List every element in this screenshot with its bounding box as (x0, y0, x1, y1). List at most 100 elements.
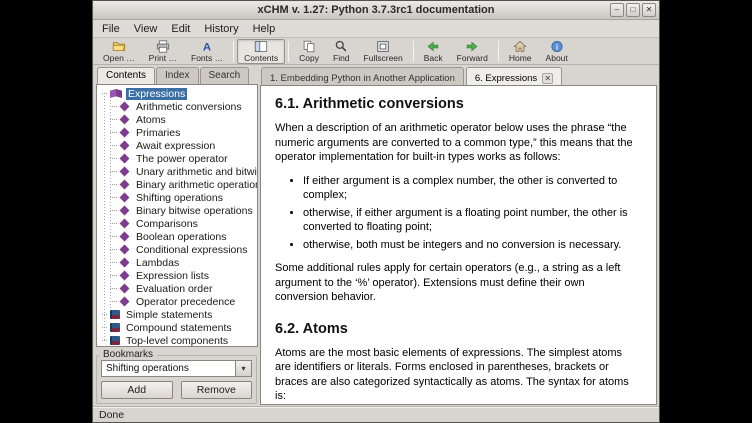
menu-history[interactable]: History (197, 22, 245, 36)
tree-item[interactable]: Arithmetic conversions (99, 100, 257, 113)
paragraph: Atoms are the most basic elements of exp… (275, 346, 640, 404)
home-button[interactable]: Home (502, 39, 539, 64)
tree-item[interactable]: Operator precedence (99, 295, 257, 308)
bookmarks-combobox[interactable]: Shifting operations ▾ (101, 360, 252, 377)
fullscreen-button[interactable]: Fullscreen (357, 39, 410, 64)
bookmarks-label: Bookmarks (99, 349, 157, 360)
tree-item[interactable]: The power operator (99, 152, 257, 165)
topic-icon (120, 180, 130, 190)
book-icon (110, 336, 120, 345)
section-heading-6-1: 6.1. Arithmetic conversions (275, 96, 640, 112)
fonts-button[interactable]: A Fonts … (184, 39, 230, 64)
topic-icon (120, 193, 130, 203)
open-folder-icon (112, 40, 126, 53)
tree-item[interactable]: Primaries (99, 126, 257, 139)
xchm-window: xCHM v. 1.27: Python 3.7.3rc1 documentat… (92, 0, 660, 423)
tree-item-compound-statements[interactable]: Compound statements (99, 321, 257, 334)
toolbar-separator (413, 41, 414, 62)
tab-embedding-python[interactable]: 1. Embedding Python in Another Applicati… (261, 67, 464, 85)
toolbar-separator (288, 41, 289, 62)
about-button[interactable]: i About (539, 39, 575, 64)
bookmarks-buttons: Add Remove (101, 381, 252, 399)
tree-item[interactable]: Expression lists (99, 269, 257, 282)
tree-item[interactable]: Shifting operations (99, 191, 257, 204)
forward-button[interactable]: Forward (450, 39, 495, 64)
main-area: Contents Index Search Expressions Arithm… (93, 65, 659, 407)
conversion-rules-list: If either argument is a complex number, … (303, 174, 640, 253)
contents-panel-icon (254, 40, 268, 53)
tree-item[interactable]: Await expression (99, 139, 257, 152)
tree-item-top-level-components[interactable]: Top-level components (99, 334, 257, 347)
topic-icon (120, 154, 130, 164)
contents-toggle-button[interactable]: Contents (237, 39, 285, 64)
search-icon (334, 40, 348, 53)
sidebar-tabs: Contents Index Search (97, 67, 258, 84)
tree-item[interactable]: Binary arithmetic operations (99, 178, 257, 191)
tab-search[interactable]: Search (200, 67, 250, 84)
paragraph: Some additional rules apply for certain … (275, 261, 640, 305)
toolbar: Open … Print … A Fonts … Contents Copy F… (93, 38, 659, 65)
close-button[interactable]: ✕ (642, 3, 656, 17)
forward-arrow-icon (465, 40, 479, 53)
topic-icon (120, 258, 130, 268)
topic-icon (120, 167, 130, 177)
tree-item[interactable]: Boolean operations (99, 230, 257, 243)
tree-item[interactable]: Comparisons (99, 217, 257, 230)
tab-index[interactable]: Index (156, 67, 198, 84)
tree-item-simple-statements[interactable]: Simple statements (99, 308, 257, 321)
find-button[interactable]: Find (326, 39, 357, 64)
tree-item[interactable]: Binary bitwise operations (99, 204, 257, 217)
topic-icon (120, 271, 130, 281)
status-text: Done (99, 409, 124, 421)
tree-item-expressions[interactable]: Expressions (99, 87, 257, 100)
section-heading-6-2: 6.2. Atoms (275, 321, 640, 337)
book-icon (110, 310, 120, 319)
menu-edit[interactable]: Edit (164, 22, 197, 36)
toolbar-separator (498, 41, 499, 62)
home-icon (513, 40, 527, 53)
chevron-down-icon[interactable]: ▾ (235, 361, 251, 376)
contents-tree[interactable]: Expressions Arithmetic conversions Atoms… (96, 84, 258, 347)
copy-button[interactable]: Copy (292, 39, 326, 64)
fullscreen-icon (376, 40, 390, 53)
open-button[interactable]: Open … (96, 39, 142, 64)
menu-view[interactable]: View (127, 22, 165, 36)
title-bar[interactable]: xCHM v. 1.27: Python 3.7.3rc1 documentat… (93, 1, 659, 20)
tree-item[interactable]: Unary arithmetic and bitwise operations (99, 165, 257, 178)
tab-close-icon[interactable]: ✕ (542, 73, 553, 84)
tree-item[interactable]: Conditional expressions (99, 243, 257, 256)
topic-icon (120, 206, 130, 216)
tab-expressions[interactable]: 6. Expressions ✕ (466, 67, 562, 85)
printer-icon (156, 40, 170, 53)
tree-item[interactable]: Lambdas (99, 256, 257, 269)
topic-icon (120, 219, 130, 229)
back-arrow-icon (426, 40, 440, 53)
back-button[interactable]: Back (417, 39, 450, 64)
menu-help[interactable]: Help (246, 22, 283, 36)
svg-text:A: A (203, 42, 211, 53)
topic-icon (120, 128, 130, 138)
copy-icon (302, 40, 316, 53)
topic-icon (120, 245, 130, 255)
open-book-icon (110, 89, 122, 98)
maximize-button[interactable]: □ (626, 3, 640, 17)
tree-item[interactable]: Evaluation order (99, 282, 257, 295)
bookmarks-panel: Bookmarks Shifting operations ▾ Add Remo… (96, 355, 257, 404)
add-bookmark-button[interactable]: Add (101, 381, 173, 399)
tree-children: Arithmetic conversions Atoms Primaries A… (99, 100, 257, 308)
document-view[interactable]: 6.1. Arithmetic conversions When a descr… (260, 85, 657, 405)
tree-item[interactable]: Atoms (99, 113, 257, 126)
content-pane: 1. Embedding Python in Another Applicati… (259, 65, 659, 407)
menu-file[interactable]: File (95, 22, 127, 36)
topic-icon (120, 141, 130, 151)
minimize-button[interactable]: – (610, 3, 624, 17)
toolbar-separator (233, 41, 234, 62)
tab-contents[interactable]: Contents (97, 67, 155, 84)
remove-bookmark-button[interactable]: Remove (181, 381, 253, 399)
topic-icon (120, 115, 130, 125)
paragraph: When a description of an arithmetic oper… (275, 121, 640, 165)
print-button[interactable]: Print … (142, 39, 184, 64)
svg-text:i: i (556, 42, 558, 51)
topic-icon (120, 102, 130, 112)
list-item: otherwise, both must be integers and no … (303, 238, 640, 253)
